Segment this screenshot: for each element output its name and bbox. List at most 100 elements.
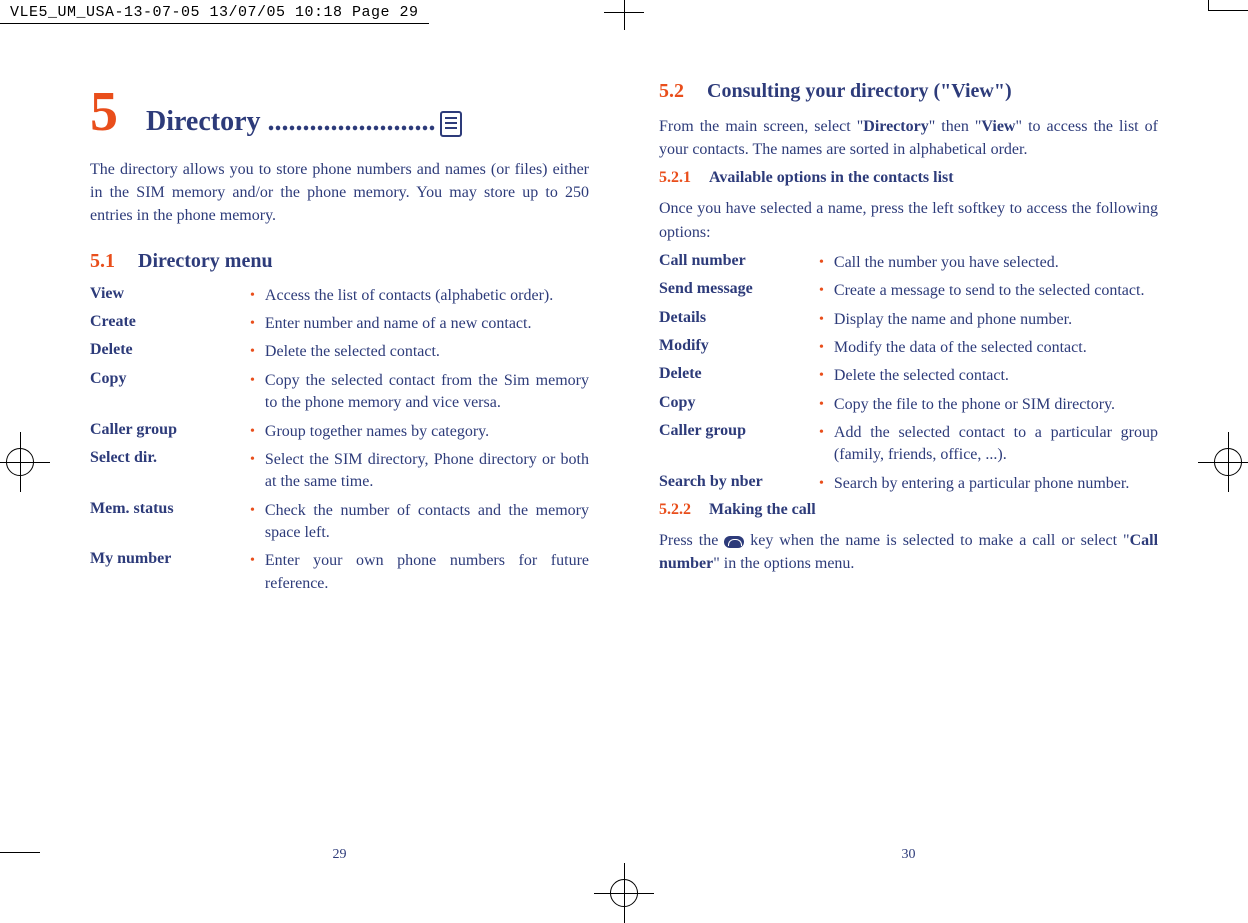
subsection-title: Making the call [709, 501, 816, 518]
page-spread: 5 Directory ........................ The… [90, 80, 1158, 863]
bullet-icon: • [250, 550, 255, 572]
subsection-5-2-1-heading: 5.2.1 Available options in the contacts … [659, 169, 1158, 187]
option-search-by-nber: Search by nber• Search by entering a part… [659, 473, 1158, 495]
section-title: Directory menu [138, 250, 273, 272]
page-number-left: 29 [333, 847, 347, 863]
t: Directory [863, 118, 928, 135]
bullet-icon: • [250, 341, 255, 363]
page-number-right: 30 [902, 847, 916, 863]
bullet-icon: • [819, 337, 824, 359]
bullet-icon: • [819, 252, 824, 274]
page-right: 5.2 Consulting your directory ("View") F… [659, 80, 1158, 863]
bullet-icon: • [819, 394, 824, 416]
subsection-number: 5.2.2 [659, 501, 691, 518]
bullet-icon: • [819, 280, 824, 302]
t: From the main screen, select " [659, 118, 863, 135]
desc: Delete the selected contact. [834, 365, 1158, 387]
term: Mem. status [90, 500, 250, 518]
chapter-intro: The directory allows you to store phone … [90, 158, 589, 228]
term: Copy [90, 370, 250, 388]
term: Details [659, 309, 819, 327]
section-number: 5.2 [659, 80, 684, 102]
term: View [90, 285, 250, 303]
term: Search by nber [659, 473, 819, 491]
crop-mark-top-icon [604, 0, 644, 30]
bullet-icon: • [250, 285, 255, 307]
bullet-icon: • [819, 473, 824, 495]
desc: Modify the data of the selected contact. [834, 337, 1158, 359]
section-number: 5.1 [90, 250, 115, 272]
desc: Delete the selected contact. [265, 341, 589, 363]
term: Delete [90, 341, 250, 359]
option-call-number: Call number• Call the number you have sel… [659, 252, 1158, 274]
menu-item-caller-group: Caller group• Group together names by cat… [90, 421, 589, 443]
menu-item-view: View• Access the list of contacts (alphab… [90, 285, 589, 307]
crop-mark-bottom-icon [594, 863, 654, 923]
term: Modify [659, 337, 819, 355]
desc: Select the SIM directory, Phone director… [265, 449, 589, 494]
t: key when the name is selected to make a … [744, 532, 1129, 549]
subsection-title: Available options in the contacts list [709, 169, 954, 186]
term: Caller group [659, 422, 819, 440]
crop-mark-left-icon [0, 432, 50, 492]
option-caller-group: Caller group• Add the selected contact to… [659, 422, 1158, 467]
section-5-2-heading: 5.2 Consulting your directory ("View") [659, 80, 1158, 103]
t: " in the options menu. [713, 555, 854, 572]
bullet-icon: • [819, 422, 824, 444]
term: My number [90, 550, 250, 568]
option-details: Details• Display the name and phone numbe… [659, 309, 1158, 331]
desc: Add the selected contact to a particular… [834, 422, 1158, 467]
desc: Call the number you have selected. [834, 252, 1158, 274]
menu-item-mem-status: Mem. status• Check the number of contacts… [90, 500, 589, 545]
desc: Access the list of contacts (alphabetic … [265, 285, 589, 307]
corner-mark-tr-icon [1208, 10, 1248, 11]
term: Copy [659, 394, 819, 412]
bullet-icon: • [250, 370, 255, 392]
file-slug-header: VLE5_UM_USA-13-07-05 13/07/05 10:18 Page… [0, 0, 429, 24]
desc: Copy the selected contact from the Sim m… [265, 370, 589, 415]
desc: Check the number of contacts and the mem… [265, 500, 589, 545]
menu-item-copy: Copy• Copy the selected contact from the … [90, 370, 589, 415]
desc: Search by entering a particular phone nu… [834, 473, 1158, 495]
directory-icon [440, 111, 462, 137]
crop-mark-right-icon [1198, 432, 1248, 492]
term: Delete [659, 365, 819, 383]
chapter-number: 5 [90, 80, 118, 144]
subsection-5-2-2-heading: 5.2.2 Making the call [659, 501, 1158, 519]
section-5-1-heading: 5.1 Directory menu [90, 250, 589, 273]
bullet-icon: • [250, 500, 255, 522]
t: View [981, 118, 1015, 135]
section-intro: From the main screen, select "Directory"… [659, 115, 1158, 161]
menu-item-create: Create• Enter number and name of a new co… [90, 313, 589, 335]
menu-item-select-dir: Select dir.• Select the SIM directory, Ph… [90, 449, 589, 494]
subsection-lead: Once you have selected a name, press the… [659, 197, 1158, 243]
term: Select dir. [90, 449, 250, 467]
desc: Copy the file to the phone or SIM direct… [834, 394, 1158, 416]
bullet-icon: • [819, 309, 824, 331]
option-copy: Copy• Copy the file to the phone or SIM d… [659, 394, 1158, 416]
bullet-icon: • [250, 449, 255, 471]
section-title: Consulting your directory ("View") [707, 80, 1012, 102]
making-call-text: Press the key when the name is selected … [659, 529, 1158, 575]
bullet-icon: • [250, 313, 255, 335]
bullet-icon: • [250, 421, 255, 443]
desc: Create a message to send to the selected… [834, 280, 1158, 302]
desc: Group together names by category. [265, 421, 589, 443]
t: Press the [659, 532, 724, 549]
term: Caller group [90, 421, 250, 439]
menu-item-delete: Delete• Delete the selected contact. [90, 341, 589, 363]
page-left: 5 Directory ........................ The… [90, 80, 589, 863]
desc: Display the name and phone number. [834, 309, 1158, 331]
chapter-title-text: Directory ........................ [146, 106, 436, 137]
term: Send message [659, 280, 819, 298]
term: Call number [659, 252, 819, 270]
option-send-message: Send message• Create a message to send to… [659, 280, 1158, 302]
chapter-title: Directory ........................ [146, 106, 589, 138]
subsection-number: 5.2.1 [659, 169, 691, 186]
desc: Enter your own phone numbers for future … [265, 550, 589, 595]
bullet-icon: • [819, 365, 824, 387]
option-delete: Delete• Delete the selected contact. [659, 365, 1158, 387]
menu-item-my-number: My number• Enter your own phone numbers f… [90, 550, 589, 595]
term: Create [90, 313, 250, 331]
desc: Enter number and name of a new contact. [265, 313, 589, 335]
